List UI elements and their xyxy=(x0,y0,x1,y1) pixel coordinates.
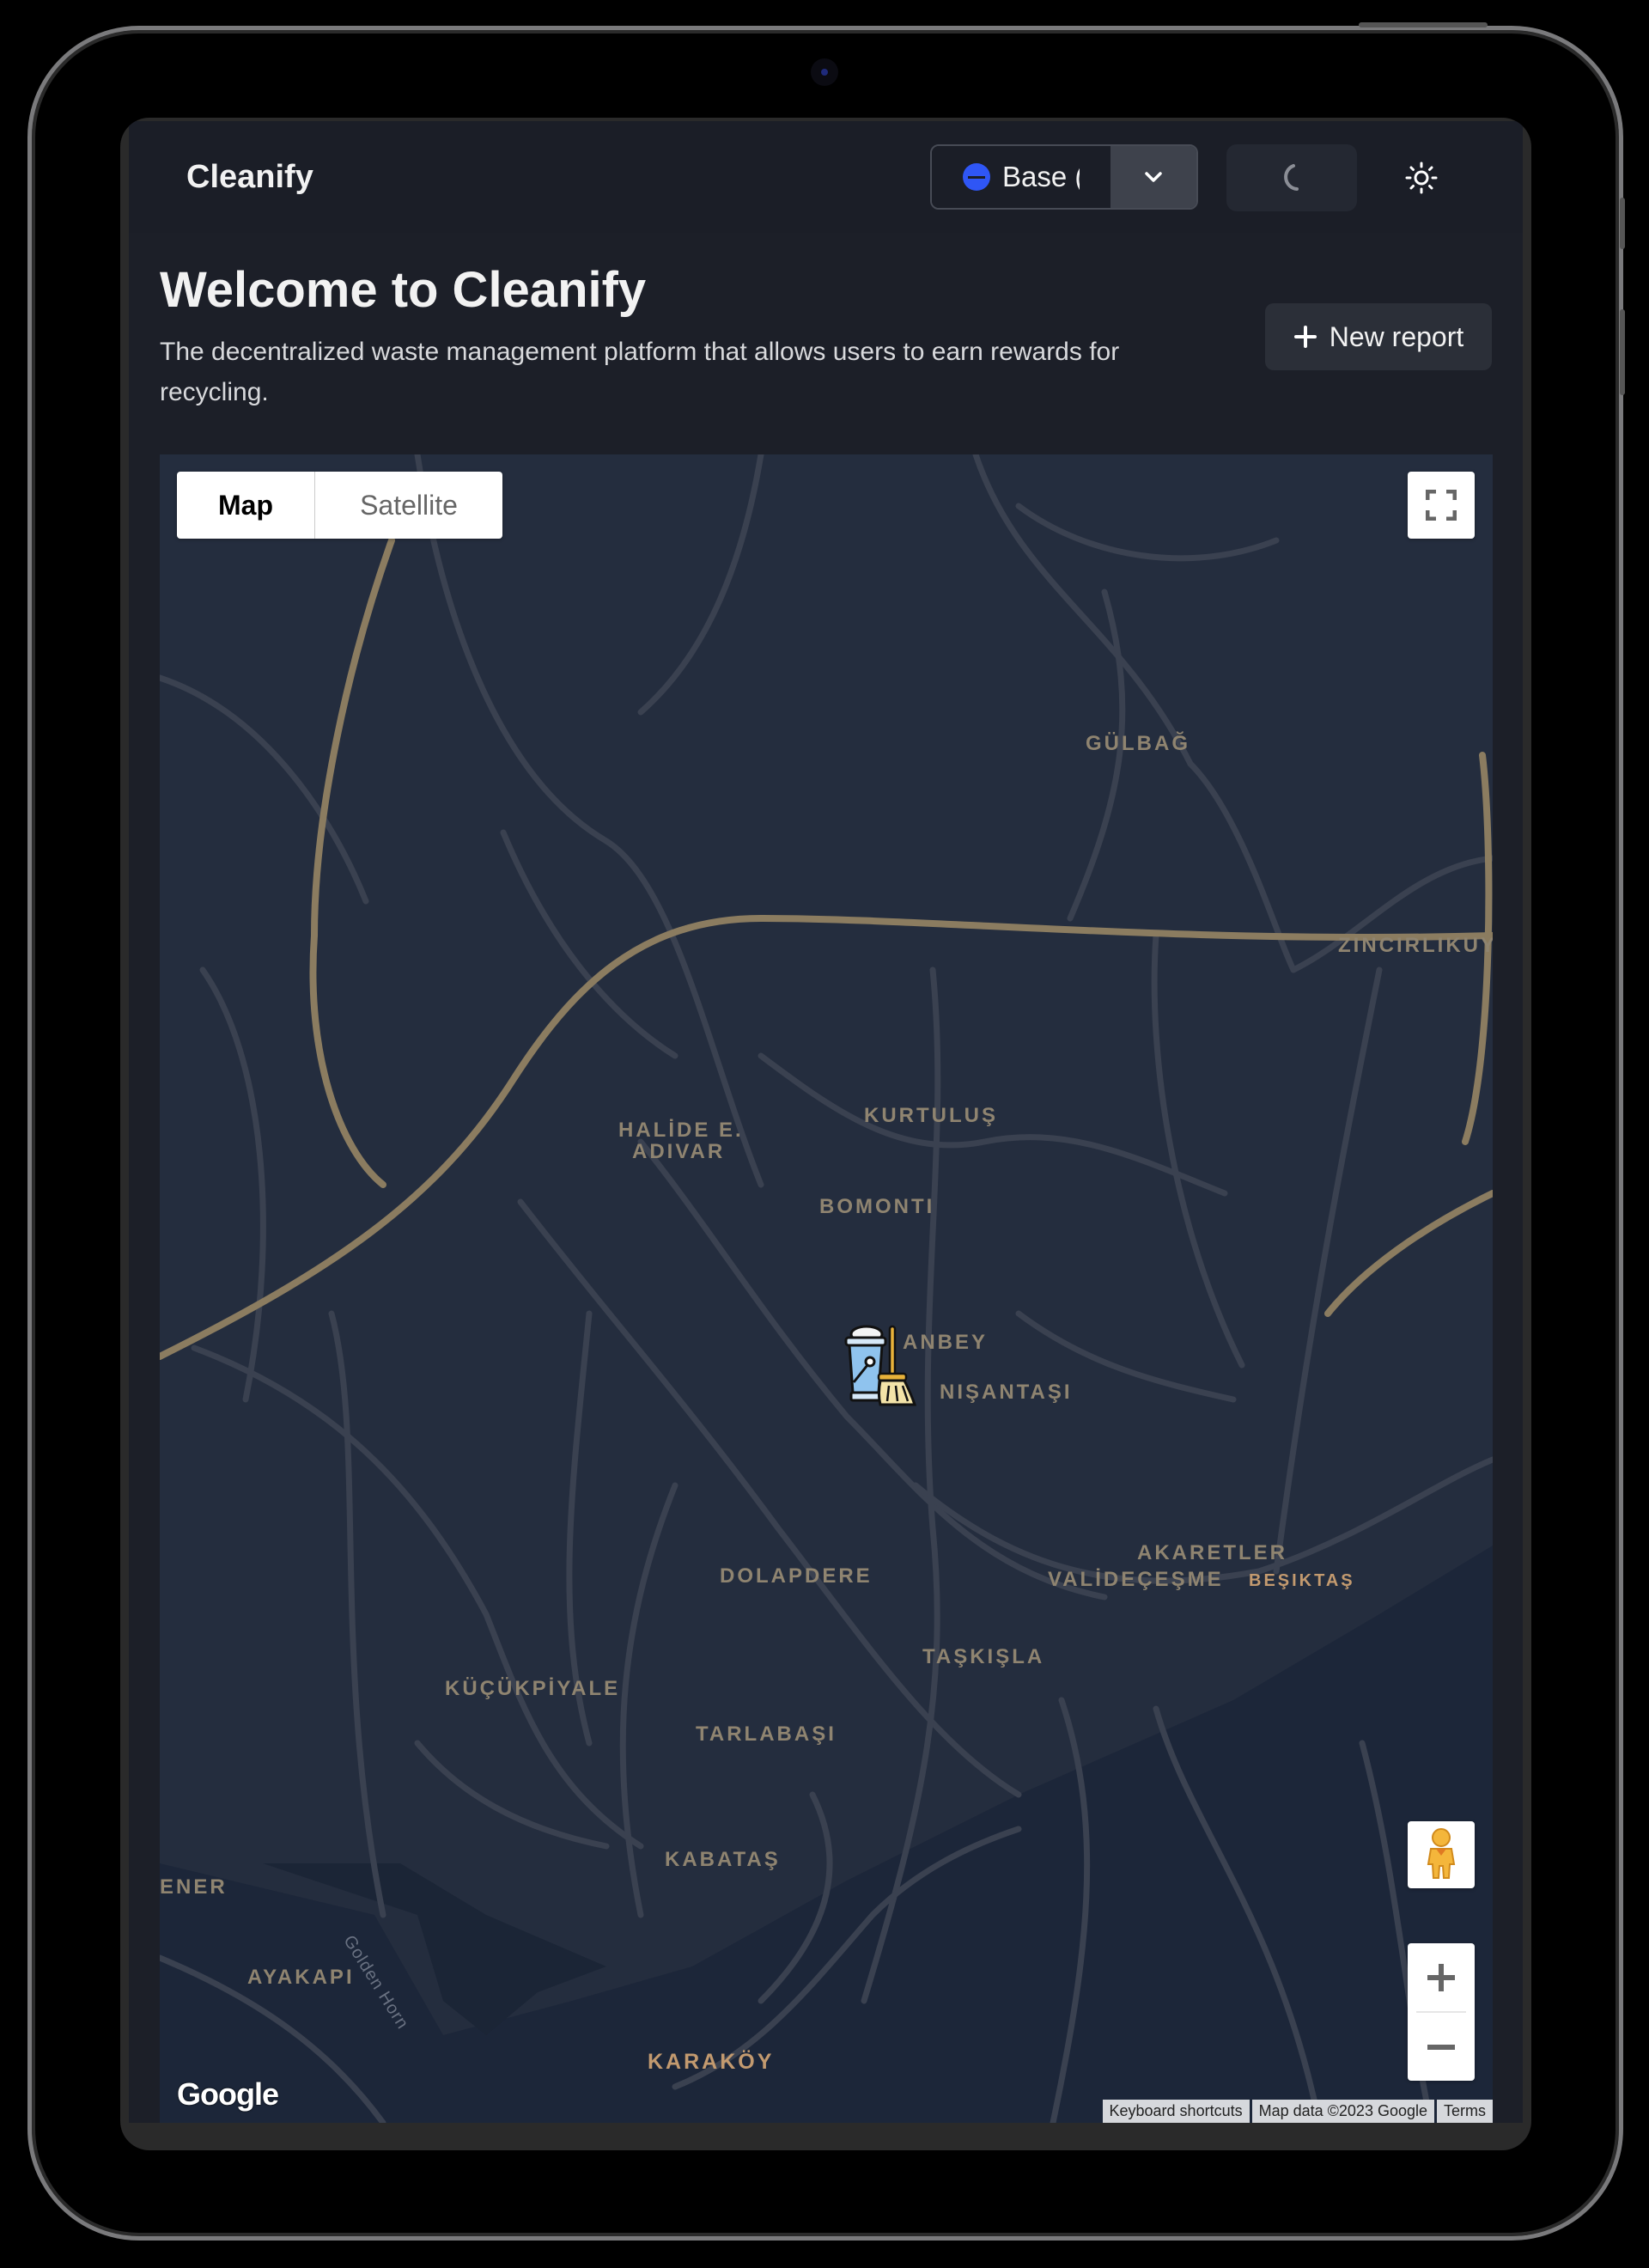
map-view[interactable]: GÜLBAĞ ZINCIRLIKUY HALİDE E. ADIVAR KURT… xyxy=(160,454,1493,2123)
map-label-valideceşme: VALİDEÇEŞME xyxy=(1048,1568,1224,1591)
cleaning-bucket-broom-icon[interactable] xyxy=(841,1322,920,1408)
fullscreen-icon xyxy=(1426,490,1457,521)
volume-up-button xyxy=(1620,198,1625,249)
network-label: Base ( xyxy=(1002,161,1080,192)
network-dropdown-toggle[interactable] xyxy=(1110,146,1196,208)
map-label-kabatas: KABATAŞ xyxy=(665,1848,781,1871)
page-description: The decentralized waste management platf… xyxy=(160,338,1120,406)
map-label-karakoy: KARAKÖY xyxy=(648,2050,775,2074)
top-navbar: Cleanify Base ( xyxy=(129,121,1523,233)
top-button xyxy=(1359,22,1488,27)
screen: Cleanify Base (Welcome to Cleanify The … xyxy=(120,118,1531,2150)
app: Cleanify Base (Welcome to Cleanify The … xyxy=(129,121,1523,2123)
terms-link[interactable]: Terms xyxy=(1437,2100,1493,2123)
map-attribution: Keyboard shortcuts Map data ©2023 Google… xyxy=(1102,2100,1493,2123)
map-label-dolapdere: DOLAPDERE xyxy=(720,1564,873,1588)
map-label-taskisla: TAŞKIŞLA xyxy=(922,1645,1045,1668)
account-button-loading[interactable] xyxy=(1226,144,1357,211)
map-label-nisantasi: NIŞANTAŞI xyxy=(940,1381,1073,1404)
front-camera xyxy=(811,58,838,86)
plus-icon xyxy=(1427,1963,1455,1991)
plus-icon xyxy=(1293,326,1317,348)
google-logo[interactable]: Google xyxy=(177,2076,279,2113)
spinner-icon xyxy=(1284,164,1299,191)
map-label-gulbag: GÜLBAĞ xyxy=(1086,732,1190,755)
map-label-kucukpiyale: KÜÇÜKPİYALE xyxy=(445,1677,621,1700)
theme-toggle-button[interactable] xyxy=(1396,152,1447,204)
network-selector[interactable]: Base ( xyxy=(930,144,1198,210)
fullscreen-button[interactable] xyxy=(1408,472,1475,539)
map-data-attribution: Map data ©2023 Google xyxy=(1251,2100,1434,2123)
map-label-kurtulus: KURTULUŞ xyxy=(864,1104,998,1127)
zoom-control xyxy=(1408,1943,1475,2081)
street-view-pegman[interactable] xyxy=(1408,1821,1475,1888)
map-type-satellite-button[interactable]: Satellite xyxy=(315,472,502,539)
map-label-halide-1: HALİDE E. xyxy=(618,1119,744,1142)
chevron-down-icon xyxy=(1145,172,1162,182)
new-report-label: New report xyxy=(1329,320,1464,352)
map-label-tarlabasi: TARLABAŞI xyxy=(696,1722,837,1746)
volume-down-button xyxy=(1620,309,1625,395)
brand-logo[interactable]: Cleanify xyxy=(186,159,313,196)
keyboard-shortcuts-link[interactable]: Keyboard shortcuts xyxy=(1102,2100,1250,2123)
sun-icon xyxy=(1405,162,1438,194)
map-label-akaretler: AKARETLER xyxy=(1137,1541,1287,1564)
map-type-control: Map Satellite xyxy=(177,472,502,539)
map-label-ayakapi: AYAKAPI xyxy=(247,1966,355,1989)
map-base-layer xyxy=(160,454,1493,2123)
map-label-halide-2: ADIVAR xyxy=(632,1140,726,1163)
base-network-icon xyxy=(963,163,990,191)
page-title: Welcome to Cleanify xyxy=(160,262,647,318)
map-label-fener: ENER xyxy=(160,1875,228,1899)
zoom-out-button[interactable] xyxy=(1408,2013,1475,2081)
pegman-icon xyxy=(1427,1828,1456,1879)
new-report-button[interactable]: New report xyxy=(1265,303,1492,370)
map-label-zincirlikuyu: ZINCIRLIKUY xyxy=(1338,934,1493,957)
zoom-in-button[interactable] xyxy=(1408,1943,1475,2011)
network-selector-current[interactable]: Base ( xyxy=(932,146,1110,208)
minus-icon xyxy=(1427,2044,1455,2050)
map-label-besiktas: BEŞIKTAŞ xyxy=(1249,1571,1355,1590)
map-type-map-button[interactable]: Map xyxy=(177,472,315,539)
map-label-bomonti: BOMONTI xyxy=(819,1195,935,1218)
